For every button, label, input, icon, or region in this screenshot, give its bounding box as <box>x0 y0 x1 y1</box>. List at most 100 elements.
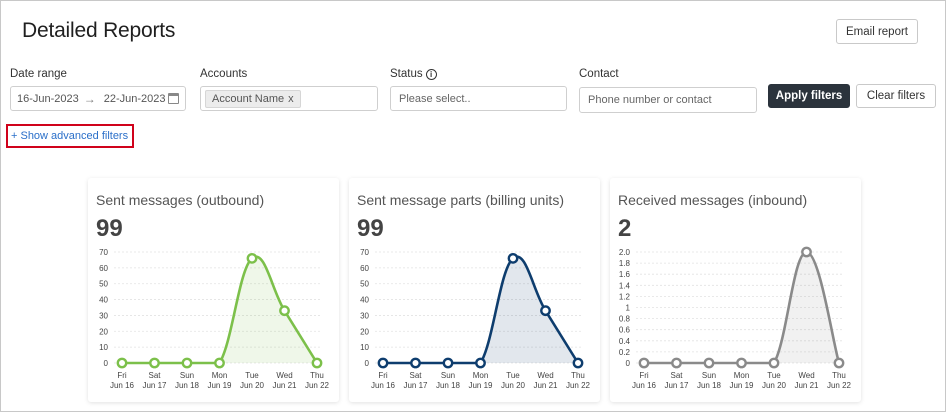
status-label: Status <box>390 68 423 80</box>
x-tick-label: Fri <box>117 371 127 380</box>
x-tick-label: Jun 19 <box>468 381 493 390</box>
data-point <box>703 357 715 369</box>
arrow-right-icon: → <box>83 91 96 106</box>
card-title: Received messages (inbound) <box>618 192 808 208</box>
data-point <box>572 357 584 369</box>
x-tick-label: Sun <box>441 371 455 380</box>
y-tick-label: 50 <box>360 280 369 289</box>
contact-placeholder: Phone number or contact <box>588 94 712 106</box>
y-tick-label: 1.8 <box>619 259 631 268</box>
calendar-icon[interactable] <box>168 93 179 104</box>
data-point <box>833 357 845 369</box>
account-chip-label: Account Name <box>212 92 285 105</box>
data-point <box>540 305 551 317</box>
chip-remove-icon[interactable]: x <box>288 93 294 105</box>
card-total: 99 <box>357 215 384 242</box>
data-point <box>116 357 128 369</box>
x-tick-label: Jun 16 <box>110 381 135 390</box>
x-tick-label: Sat <box>409 371 422 380</box>
y-tick-label: 40 <box>360 296 369 305</box>
x-tick-label: Jun 18 <box>697 381 722 390</box>
y-tick-label: 1 <box>626 304 631 313</box>
x-tick-label: Tue <box>767 371 781 380</box>
x-tick-label: Sat <box>670 371 683 380</box>
status-label-wrap: Status i <box>390 68 437 80</box>
date-to-value[interactable]: 22-Jun-2023 <box>104 93 167 105</box>
x-tick-label: Mon <box>734 371 750 380</box>
y-tick-label: 40 <box>99 296 108 305</box>
y-tick-label: 1.4 <box>619 281 631 290</box>
x-tick-label: Fri <box>639 371 649 380</box>
data-point <box>279 305 290 317</box>
data-point <box>149 357 160 369</box>
chart-svg: 010203040506070FriJun 16SatJun 17SunJun … <box>99 248 329 390</box>
x-tick-label: Thu <box>832 371 846 380</box>
card-title: Sent messages (outbound) <box>96 192 265 208</box>
x-tick-label: Jun 18 <box>175 381 200 390</box>
x-tick-label: Tue <box>245 371 259 380</box>
x-tick-label: Jun 20 <box>762 381 787 390</box>
x-tick-label: Fri <box>378 371 388 380</box>
x-tick-label: Jun 17 <box>403 381 428 390</box>
chart-card-received-messages: 0 0.2 0.4 0.6 0.8 1 1.2 1.4 1.6 1.8 2.0 Fri Jun 16 Sa… <box>610 178 861 402</box>
y-tick-label: 0.8 <box>619 315 631 324</box>
apply-filters-button[interactable]: Apply filters <box>768 84 850 108</box>
accounts-select[interactable]: Account Name x <box>200 86 378 111</box>
x-tick-label: Jun 16 <box>371 381 396 390</box>
x-tick-label: Sun <box>180 371 194 380</box>
card-total: 99 <box>96 215 123 242</box>
date-range-field[interactable]: 16-Jun-2023 → 22-Jun-2023 <box>10 86 186 111</box>
y-tick-label: 60 <box>99 264 108 273</box>
date-from-value[interactable]: 16-Jun-2023 <box>17 93 80 105</box>
x-tick-label: Thu <box>571 371 585 380</box>
chart-svg: 0 0.2 0.4 0.6 0.8 1 1.2 1.4 1.6 1.8 2.0 FriJun 16 Sa… <box>619 246 852 390</box>
clear-filters-button[interactable]: Clear filters <box>856 84 936 108</box>
x-tick-label: Wed <box>798 371 814 380</box>
y-tick-label: 0 <box>626 359 631 368</box>
x-tick-label: Jun 21 <box>272 381 297 390</box>
status-placeholder: Please select.. <box>399 92 471 105</box>
accounts-label: Accounts <box>200 68 248 80</box>
x-tick-label: Mon <box>212 371 228 380</box>
card-total: 2 <box>618 215 632 242</box>
data-point <box>442 357 454 369</box>
x-tick-label: Sat <box>148 371 161 380</box>
data-point <box>377 357 389 369</box>
x-tick-label: Jun 20 <box>240 381 265 390</box>
y-tick-label: 10 <box>99 343 108 352</box>
x-tick-label: Jun 22 <box>827 381 852 390</box>
y-tick-label: 1.6 <box>619 270 631 279</box>
x-tick-label: Sun <box>702 371 716 380</box>
x-tick-label: Jun 20 <box>501 381 526 390</box>
email-report-button[interactable]: Email report <box>836 19 918 44</box>
y-tick-label: 60 <box>360 264 369 273</box>
data-point <box>768 357 780 369</box>
y-tick-label: 30 <box>360 311 369 320</box>
y-tick-label: 20 <box>360 327 369 336</box>
data-point <box>181 357 193 369</box>
data-point <box>507 252 519 264</box>
data-point <box>214 357 225 369</box>
y-tick-label: 0.4 <box>619 337 631 346</box>
chart-card-sent-parts: 0 10 20 30 40 50 60 70 Fri Jun 16 Sat Jun 17 Sun Jun … <box>349 178 600 402</box>
y-tick-label: 0 <box>365 359 370 368</box>
data-point <box>801 246 812 258</box>
status-select[interactable]: Please select.. <box>390 86 567 111</box>
x-tick-label: Jun 16 <box>632 381 657 390</box>
y-tick-label: 0 <box>104 359 109 368</box>
date-range-label: Date range <box>10 68 67 80</box>
y-tick-label: 30 <box>99 311 108 320</box>
info-icon[interactable]: i <box>425 68 437 80</box>
show-advanced-filters-link[interactable]: + Show advanced filters <box>6 124 134 148</box>
contact-input[interactable]: Phone number or contact <box>579 87 757 113</box>
x-tick-label: Jun 17 <box>142 381 167 390</box>
x-tick-label: Jun 17 <box>664 381 689 390</box>
x-tick-label: Jun 19 <box>207 381 232 390</box>
data-point <box>311 357 323 369</box>
data-point <box>671 357 682 369</box>
x-tick-label: Mon <box>473 371 489 380</box>
y-tick-label: 0.6 <box>619 326 631 335</box>
contact-label: Contact <box>579 68 619 80</box>
y-tick-label: 70 <box>99 248 108 257</box>
chart-svg: 010203040506070FriJun 16SatJun 17SunJun … <box>360 248 590 390</box>
